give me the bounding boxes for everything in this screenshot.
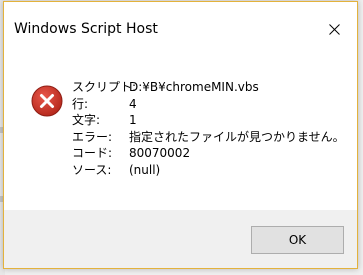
detail-label: 行: (72, 96, 89, 111)
message-dialog: Windows Script Host スクリプト: D:¥B¥chromeMI… (3, 1, 358, 269)
detail-label: スクリプト: (72, 80, 137, 94)
detail-value: 4 (129, 96, 137, 111)
detail-value: 80070002 (129, 146, 191, 161)
error-details: スクリプト: D:¥B¥chromeMIN.vbs 行: 4 文字: 1 エラー… (72, 79, 345, 179)
detail-label: コード: (72, 146, 113, 161)
detail-row-char: 文字: 1 (72, 112, 345, 129)
detail-value: D:¥B¥chromeMIN.vbs (129, 80, 259, 94)
ok-button[interactable]: OK (251, 226, 344, 254)
error-icon (31, 85, 63, 117)
detail-row-line: 行: 4 (72, 96, 345, 113)
detail-value: 指定されたファイルが見つかりません。 (129, 129, 345, 144)
button-bar: OK (4, 210, 357, 268)
close-icon (328, 24, 340, 35)
dialog-content: スクリプト: D:¥B¥chromeMIN.vbs 行: 4 文字: 1 エラー… (4, 57, 357, 210)
detail-row-error: エラー: 指定されたファイルが見つかりません。 (72, 129, 345, 146)
title-bar[interactable]: Windows Script Host (4, 2, 357, 57)
detail-value: 1 (129, 113, 137, 128)
window-title: Windows Script Host (14, 21, 158, 37)
detail-label: ソース: (72, 162, 112, 177)
detail-value: (null) (129, 162, 161, 177)
detail-row-script: スクリプト: D:¥B¥chromeMIN.vbs (72, 79, 345, 96)
detail-label: エラー: (72, 129, 113, 144)
detail-label: 文字: (72, 113, 101, 128)
detail-row-source: ソース: (null) (72, 162, 345, 179)
close-button[interactable] (311, 2, 357, 57)
detail-row-code: コード: 80070002 (72, 145, 345, 162)
